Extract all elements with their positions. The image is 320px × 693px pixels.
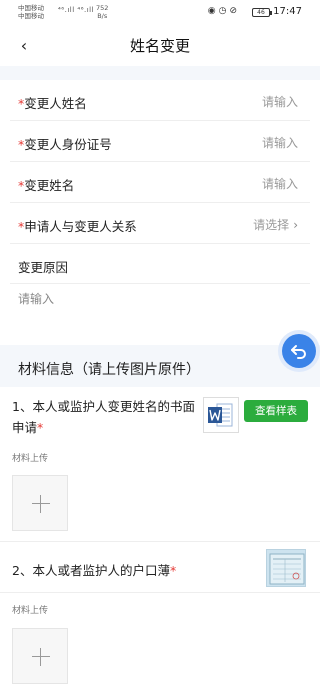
return-arrow-icon <box>291 345 306 359</box>
material-2-title: 2、本人或者监护人的户口薄* <box>12 563 177 578</box>
page-title: 姓名变更 <box>129 37 190 55</box>
upload-label: 材料上传 <box>12 454 49 464</box>
upload-plus-button[interactable] <box>12 628 68 684</box>
clock: 17:47 <box>273 6 302 17</box>
form-row-relationship[interactable]: *申请人与变更人关系 请选择 › <box>10 203 310 244</box>
required-mark: * <box>37 420 44 435</box>
material-1-title: 1、本人或监护人变更姓名的书面申请* <box>12 399 195 435</box>
field-label: 变更姓名 <box>24 178 75 193</box>
mute-icon: ⊘ <box>229 6 240 16</box>
signal-icon: ⁴⁶.ıll ⁴⁶.ıll <box>58 6 95 14</box>
upload-plus-button[interactable] <box>12 475 68 531</box>
divider <box>10 283 310 284</box>
carrier-label: 中国移动 <box>18 12 44 20</box>
field-label: 变更人身份证号 <box>24 137 112 152</box>
materials-section-header: 材料信息（请上传图片原件） <box>0 351 320 387</box>
eye-icon: ◉ <box>207 6 219 16</box>
net-speed: 752 B/s <box>96 4 108 20</box>
id-number-input[interactable]: 请输入 <box>262 134 298 151</box>
net-speed-unit: B/s <box>97 12 108 20</box>
form-row-id-number[interactable]: *变更人身份证号 请输入 <box>10 121 310 162</box>
carrier-label: 中国移动 <box>18 4 44 12</box>
chevron-right-icon: › <box>293 218 298 232</box>
divider <box>0 541 320 542</box>
required-mark: * <box>169 563 177 578</box>
form-row-name[interactable]: *变更人姓名 请输入 <box>10 80 310 121</box>
form-row-new-name[interactable]: *变更姓名 请输入 <box>10 162 310 203</box>
return-float-button[interactable] <box>282 334 316 368</box>
section-title: 材料信息（请上传图片原件） <box>18 362 200 378</box>
battery-icon: 46 <box>252 8 272 17</box>
new-name-input[interactable]: 请输入 <box>262 175 298 192</box>
section-gap <box>0 66 320 80</box>
upload-label: 材料上传 <box>12 606 49 616</box>
system-icons: ◉◷⊘ <box>208 6 240 16</box>
divider <box>0 592 320 593</box>
word-document-icon[interactable] <box>203 397 239 433</box>
reason-textarea[interactable]: 请输入 <box>18 290 54 307</box>
field-label: 变更人姓名 <box>24 96 87 111</box>
household-register-thumbnail[interactable] <box>266 549 306 587</box>
view-sample-button[interactable]: 查看样表 <box>244 400 308 422</box>
form: *变更人姓名 请输入 *变更人身份证号 请输入 *变更姓名 请输入 *申请人与变… <box>0 80 320 244</box>
name-input[interactable]: 请输入 <box>262 93 298 110</box>
net-speed-value: 752 <box>96 4 109 12</box>
alarm-icon: ◷ <box>218 6 230 16</box>
relationship-select[interactable]: 请选择 › <box>253 216 298 233</box>
field-label: 申请人与变更人关系 <box>24 219 137 234</box>
reason-label: 变更原因 <box>18 260 69 275</box>
status-bar: 中国移动 中国移动 ⁴⁶.ıll ⁴⁶.ıll 752 B/s ◉◷⊘ 46 1… <box>0 0 320 26</box>
nav-header: ‹ 姓名变更 <box>0 26 320 66</box>
